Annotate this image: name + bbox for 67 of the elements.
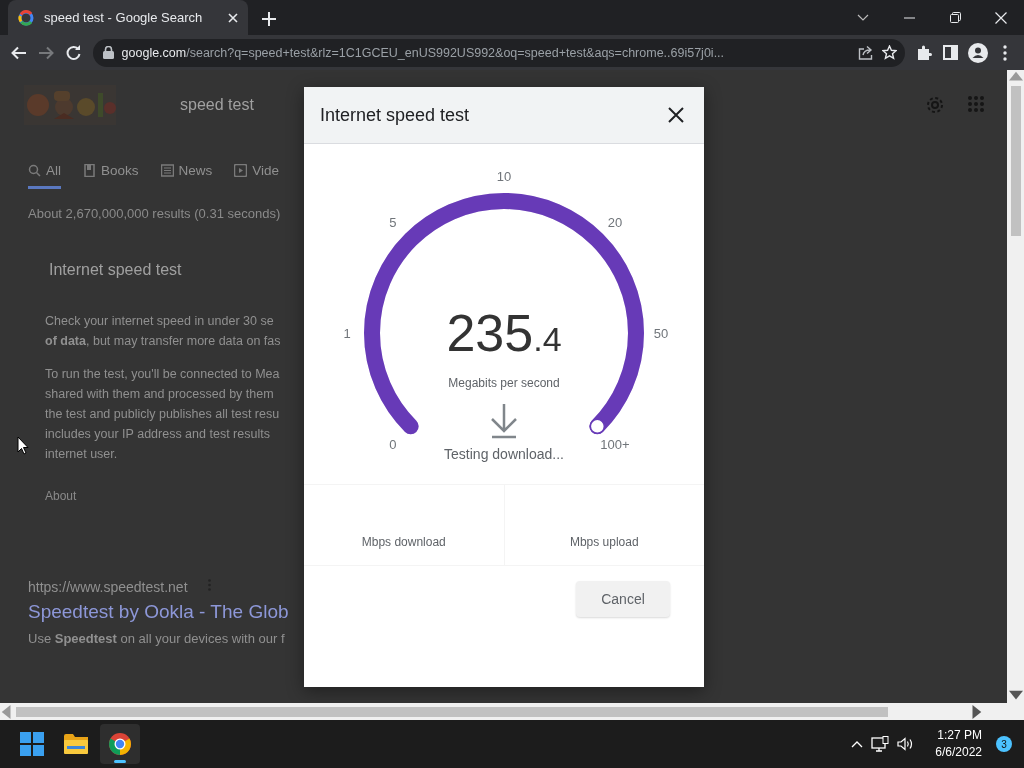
gauge-scale-label: 20 <box>607 215 623 230</box>
gauge-scale-label: 50 <box>653 326 669 341</box>
star-icon[interactable] <box>881 45 897 60</box>
profile-icon[interactable] <box>967 42 988 63</box>
network-icon[interactable] <box>871 736 890 752</box>
browser-icon <box>108 732 132 756</box>
search-icon <box>28 164 41 177</box>
address-bar[interactable]: google.com/search?q=speed+test&rlz=1C1GCEU_enUS992US992&oq=speed+test&aqs=chrome..69i57j0i... <box>92 38 905 67</box>
gauge-scale-label: 100+ <box>600 437 630 452</box>
play-icon <box>234 164 248 177</box>
gauge-scale-label: 10 <box>496 169 512 184</box>
text-line: includes your IP address and test results <box>45 426 270 443</box>
back-arrow-icon[interactable] <box>11 45 28 60</box>
card-title: Internet speed test <box>49 261 183 279</box>
book-icon <box>83 164 96 177</box>
about-link[interactable]: About <box>45 489 1007 503</box>
gauge-thumb <box>589 418 606 435</box>
search-tab[interactable]: Books <box>83 163 139 189</box>
search-tab[interactable]: News <box>160 163 213 189</box>
text-line: Check your internet speed in under 30 se <box>45 313 274 330</box>
browser-tab[interactable]: speed test - Google Search <box>8 0 248 35</box>
newspaper-icon <box>160 164 174 177</box>
cursor-icon <box>17 436 29 455</box>
text-line: To run the test, you'll be connected to Mea <box>45 366 280 383</box>
download-icon <box>490 402 518 439</box>
chevron-up-icon[interactable] <box>851 740 864 748</box>
status-text: Testing download... <box>444 446 564 462</box>
minimize-icon[interactable] <box>903 16 915 19</box>
gauge-scale-label: 0 <box>389 437 397 452</box>
vertical-scrollbar-thumb[interactable] <box>1010 86 1021 236</box>
close-icon[interactable] <box>668 107 684 123</box>
forward-arrow-icon[interactable] <box>38 45 55 60</box>
dialog-title: Internet speed test <box>320 104 471 126</box>
reload-icon[interactable] <box>65 45 81 60</box>
gauge-scale-label: 5 <box>389 215 397 230</box>
menu-icon[interactable] <box>1002 44 1007 61</box>
result-url[interactable]: https://www.speedtest.net <box>28 579 188 595</box>
result-stats: About 2,670,000,000 results (0.31 seconds) <box>28 206 282 221</box>
search-tab[interactable]: All <box>28 163 61 189</box>
side-panel-icon[interactable] <box>943 45 959 60</box>
search-query[interactable]: speed test <box>180 96 254 114</box>
text-line: the test and publicly publishes all test resu <box>45 406 280 423</box>
puzzle-icon[interactable] <box>916 45 932 60</box>
text-line: of data, but may transfer more data on fas <box>45 333 281 350</box>
new-tab-icon[interactable] <box>262 12 276 26</box>
search-tab[interactable]: Vide <box>234 163 280 189</box>
chevron-down-icon[interactable] <box>857 13 869 22</box>
text-line: internet user. <box>45 446 118 463</box>
clock-time[interactable]: 1:27 PM <box>937 727 982 744</box>
notification-badge[interactable]: 3 <box>996 736 1012 752</box>
lock-icon <box>102 46 114 59</box>
folder-icon <box>64 732 88 756</box>
horizontal-scrollbar-thumb[interactable] <box>16 706 888 717</box>
favicon-icon <box>18 9 34 26</box>
result-snippet: Use Speedtest on all your devices with our f <box>28 631 286 646</box>
cancel-button[interactable]: Cancel <box>576 581 670 617</box>
speed-reading: 235.4 <box>446 304 562 362</box>
text-line: shared with them and processed by them <box>45 386 274 403</box>
restore-icon[interactable] <box>949 12 961 23</box>
start-icon[interactable] <box>20 732 44 756</box>
stat-label: Mbps download <box>361 535 446 549</box>
unit-label: Megabits per second <box>448 376 560 390</box>
stat-label: Mbps upload <box>569 535 639 549</box>
share-icon[interactable] <box>857 45 874 60</box>
clock-date[interactable]: 6/6/2022 <box>935 744 982 761</box>
taskbar-app-button[interactable] <box>100 724 140 764</box>
gauge-scale-label: 1 <box>343 326 351 341</box>
